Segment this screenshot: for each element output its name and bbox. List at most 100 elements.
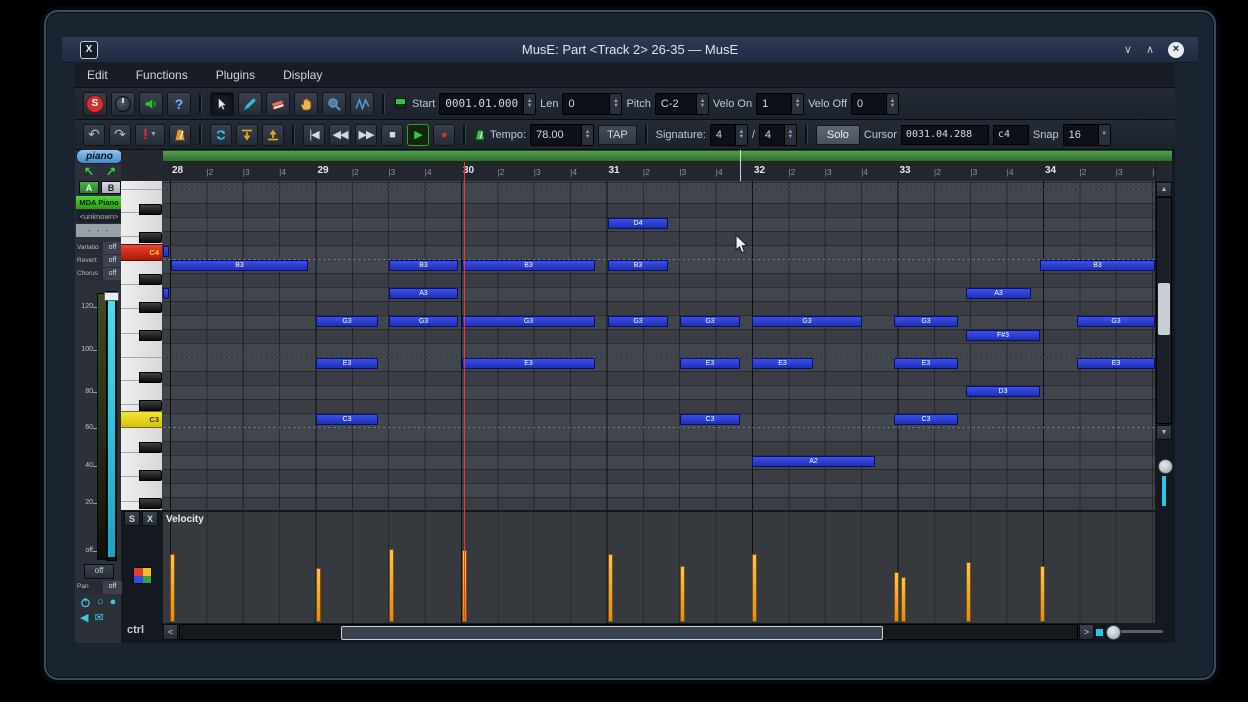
velocity-s-button[interactable]: S	[124, 511, 140, 526]
pointer-tool-button[interactable]	[210, 91, 234, 116]
menu-item-plugins[interactable]: Plugins	[216, 68, 255, 82]
note[interactable]: A3	[966, 288, 1031, 299]
ctrl-label[interactable]: ctrl	[127, 624, 144, 636]
velocity-bar[interactable]	[752, 554, 757, 622]
velocity-bar[interactable]	[1040, 566, 1045, 622]
record-button[interactable]: ●	[433, 123, 455, 146]
note[interactable]: B3	[1040, 260, 1155, 271]
mute-speaker-icon[interactable]: ◀	[80, 611, 88, 624]
velocity-bar[interactable]	[894, 572, 899, 622]
spinner-arrows-icon[interactable]: ▲ ▼	[886, 93, 898, 114]
note[interactable]: G3	[608, 316, 668, 327]
piano-key-black[interactable]	[139, 470, 162, 481]
note[interactable]: G3	[894, 316, 958, 327]
spinner-arrows-icon[interactable]: ▲ ▼	[581, 124, 594, 145]
pencil-tool-button[interactable]	[238, 91, 262, 116]
note[interactable]: G3	[1077, 316, 1155, 327]
panic-button[interactable]: ! ▼	[135, 123, 165, 146]
note[interactable]: B3	[389, 260, 458, 271]
menu-item-functions[interactable]: Functions	[136, 68, 188, 82]
note[interactable]: E3	[680, 358, 740, 369]
note[interactable]: C3	[316, 414, 378, 425]
velo-off-spinbox[interactable]: 0 ▲ ▼	[851, 92, 899, 115]
note[interactable]: G3	[389, 316, 458, 327]
piano-key-black[interactable]	[139, 330, 162, 341]
piano-key-highlight-red[interactable]: C4	[121, 244, 162, 261]
metronome-button[interactable]	[169, 123, 191, 146]
piano-key-black[interactable]	[139, 498, 162, 509]
record-enable-icon[interactable]: ○	[97, 596, 104, 608]
midi-thru-button[interactable]	[111, 91, 135, 116]
tempo-spinbox[interactable]: 78.00 ▲ ▼	[530, 123, 595, 146]
velocity-bar[interactable]	[170, 554, 175, 622]
note[interactable]: G3	[752, 316, 862, 327]
note[interactable]: E3	[316, 358, 378, 369]
spinner-arrows-icon[interactable]: ▲ ▼	[609, 93, 622, 114]
scroll-left-button[interactable]: <	[163, 624, 178, 640]
vzoom-slider-track[interactable]	[1162, 476, 1166, 506]
note[interactable]: B3	[171, 260, 308, 271]
note[interactable]: C3	[894, 414, 958, 425]
play-button[interactable]: ▶	[407, 123, 429, 146]
note[interactable]: E3	[462, 358, 595, 369]
rewind-button[interactable]: ◀◀	[329, 123, 351, 146]
horizontal-scrollbar-handle[interactable]	[341, 626, 883, 640]
velocity-pane[interactable]: Velocity	[163, 510, 1155, 623]
piano-roll-canvas[interactable]: D4 B3 B3 B3 B3 B3 A3 A3 G3 G3 G3 G3 G3 G3 G3 G3 F#3 E3 E3 E…	[163, 181, 1155, 510]
piano-key-black[interactable]	[139, 232, 162, 243]
eraser-tool-button[interactable]	[266, 91, 290, 116]
part-strip[interactable]	[163, 150, 1172, 162]
scroll-down-button[interactable]: ▼	[1156, 425, 1172, 440]
note[interactable]	[163, 288, 169, 299]
piano-key-black[interactable]	[139, 274, 162, 285]
chevron-down-icon[interactable]: ▼	[1097, 124, 1110, 145]
note[interactable]: G3	[462, 316, 595, 327]
spinner-arrows-icon[interactable]: ▲ ▼	[734, 124, 747, 145]
piano-key-black[interactable]	[139, 204, 162, 215]
forward-button[interactable]: ▶▶	[355, 123, 377, 146]
loop-button[interactable]	[210, 123, 232, 146]
tap-tempo-button[interactable]: TAP	[598, 124, 637, 145]
velocity-bar[interactable]	[966, 562, 971, 622]
piano-key-black[interactable]	[139, 302, 162, 313]
spinner-arrows-icon[interactable]: ▲ ▼	[695, 93, 708, 114]
undo-button[interactable]: ↶	[83, 123, 105, 146]
spinner-arrows-icon[interactable]: ▲ ▼	[783, 124, 796, 145]
rewind-start-button[interactable]: |◀	[303, 123, 325, 146]
start-spinbox[interactable]: 0001.01.000 ▲ ▼	[439, 92, 537, 115]
pan-tool-button[interactable]	[294, 91, 318, 116]
vzoom-slider-knob[interactable]	[1158, 459, 1173, 474]
zoom-tool-button[interactable]	[322, 91, 346, 116]
velocity-bar[interactable]	[389, 549, 394, 622]
note[interactable]: E3	[1077, 358, 1155, 369]
velocity-bar[interactable]	[316, 568, 321, 622]
minimize-button[interactable]: ∨	[1124, 43, 1132, 56]
volume-off-button[interactable]: off	[84, 564, 114, 579]
vertical-scrollbar[interactable]	[1156, 197, 1172, 424]
signature-denominator-spinbox[interactable]: 4 ▲ ▼	[758, 123, 797, 146]
maximize-button[interactable]: ∧	[1146, 43, 1154, 56]
titlebar[interactable]: X MusE: Part <Track 2> 26-35 — MusE ∨ ∧ …	[62, 37, 1198, 63]
velocity-bar[interactable]	[608, 554, 613, 622]
horizontal-scrollbar[interactable]	[179, 624, 1078, 640]
scroll-up-button[interactable]: ▲	[1156, 182, 1172, 197]
len-spinbox[interactable]: 0 ▲ ▼	[562, 92, 623, 115]
power-icon[interactable]	[80, 597, 91, 608]
piano-key-black[interactable]	[139, 400, 162, 411]
menu-item-display[interactable]: Display	[283, 68, 322, 82]
note[interactable]: C3	[680, 414, 740, 425]
note[interactable]: D3	[966, 386, 1040, 397]
velo-on-spinbox[interactable]: 1 ▲ ▼	[756, 92, 805, 115]
close-button[interactable]: ×	[1168, 41, 1184, 58]
velocity-bar[interactable]	[680, 566, 685, 622]
punch-in-button[interactable]	[236, 123, 258, 146]
punch-out-button[interactable]	[262, 123, 284, 146]
piano-key-black[interactable]	[139, 372, 162, 383]
pitch-spinbox[interactable]: C-2 ▲ ▼	[654, 92, 709, 115]
hzoom-slider-track[interactable]	[1121, 630, 1163, 633]
signature-numerator-spinbox[interactable]: 4 ▲ ▼	[709, 123, 748, 146]
hzoom-slider-knob[interactable]	[1106, 625, 1121, 640]
spinner-arrows-icon[interactable]: ▲ ▼	[791, 93, 804, 114]
solo-button[interactable]: Solo	[815, 124, 860, 145]
timeline-ruler[interactable]: 28 |2 |3 |4 29 |2 |3 |4 30 |2 |3 |4 31 |2 |3 |4 32 |2 |3 |4…	[163, 162, 1155, 182]
